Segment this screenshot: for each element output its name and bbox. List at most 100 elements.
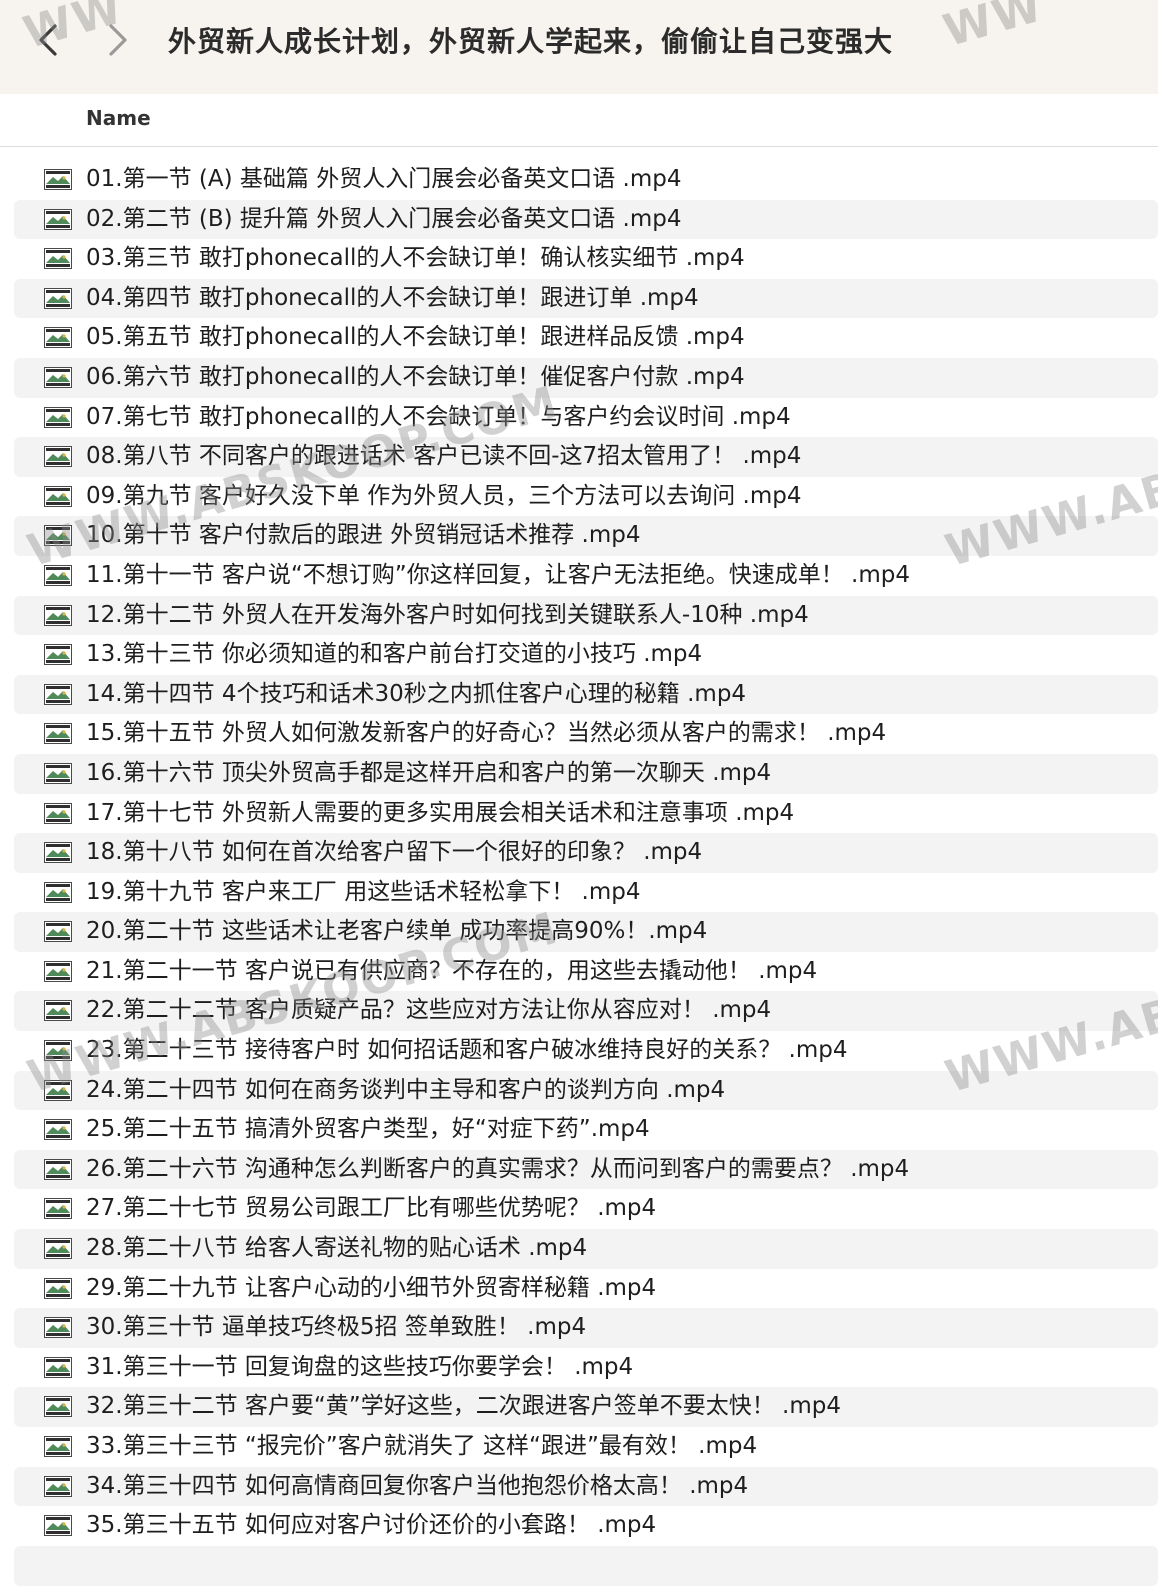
file-name: 19.第十九节 客户来工厂 用这些话术轻松拿下！ .mp4 bbox=[86, 878, 641, 905]
file-name: 18.第十八节 如何在首次给客户留下一个很好的印象？ .mp4 bbox=[86, 839, 703, 866]
video-file-icon bbox=[44, 723, 72, 745]
file-row[interactable]: 27.第二十七节 贸易公司跟工厂比有哪些优势呢？ .mp4 bbox=[14, 1189, 1158, 1229]
file-name: 29.第二十九节 让客户心动的小细节外贸寄样秘籍 .mp4 bbox=[86, 1274, 657, 1301]
file-name: 20.第二十节 这些话术让老客户续单 成功率提高90%！.mp4 bbox=[86, 918, 708, 945]
file-row[interactable]: 32.第三十二节 客户要“黄”学好这些，二次跟进客户签单不要太快！ .mp4 bbox=[14, 1387, 1158, 1427]
file-row[interactable]: 20.第二十节 这些话术让老客户续单 成功率提高90%！.mp4 bbox=[14, 912, 1158, 952]
column-header-name[interactable]: Name bbox=[86, 106, 151, 130]
file-name: 06.第六节 敢打phonecall的人不会缺订单！催促客户付款 .mp4 bbox=[86, 363, 745, 390]
file-row[interactable]: 12.第十二节 外贸人在开发海外客户时如何找到关键联系人-10种 .mp4 bbox=[14, 595, 1158, 636]
file-row[interactable]: 24.第二十四节 如何在商务谈判中主导和客户的谈判方向 .mp4 bbox=[14, 1070, 1158, 1111]
file-row[interactable]: 03.第三节 敢打phonecall的人不会缺订单！确认核实细节 .mp4 bbox=[14, 239, 1158, 279]
video-file-icon bbox=[44, 1079, 72, 1101]
file-name: 08.第八节 不同客户的跟进话术 客户已读不回-这7招太管用了！ .mp4 bbox=[86, 443, 802, 470]
chevron-left-icon bbox=[39, 24, 57, 56]
column-header: Name bbox=[0, 94, 1158, 147]
video-file-icon bbox=[44, 1277, 72, 1299]
file-name: 09.第九节 客户好久没下单 作为外贸人员，三个方法可以去询问 .mp4 bbox=[86, 482, 802, 509]
file-name: 32.第三十二节 客户要“黄”学好这些，二次跟进客户签单不要太快！ .mp4 bbox=[86, 1393, 841, 1420]
file-row[interactable]: 08.第八节 不同客户的跟进话术 客户已读不回-这7招太管用了！ .mp4 bbox=[14, 437, 1158, 477]
file-row[interactable]: 06.第六节 敢打phonecall的人不会缺订单！催促客户付款 .mp4 bbox=[14, 357, 1158, 398]
video-file-icon bbox=[44, 762, 72, 784]
file-name: 31.第三十一节 回复询盘的这些技巧你要学会！ .mp4 bbox=[86, 1353, 634, 1380]
file-name: 02.第二节 (B) 提升篇 外贸人入门展会必备英文口语 .mp4 bbox=[86, 205, 682, 232]
file-row[interactable]: 33.第三十三节 “报完价”客户就消失了 这样“跟进”最有效！ .mp4 bbox=[14, 1427, 1158, 1467]
file-name: 10.第十节 客户付款后的跟进 外贸销冠话术推荐 .mp4 bbox=[86, 522, 641, 549]
file-name: 13.第十三节 你必须知道的和客户前台打交道的小技巧 .mp4 bbox=[86, 641, 703, 668]
video-file-icon bbox=[44, 327, 72, 349]
video-file-icon bbox=[44, 960, 72, 982]
video-file-icon bbox=[44, 287, 72, 309]
file-row[interactable]: 30.第三十节 逼单技巧终极5招 签单致胜！ .mp4 bbox=[14, 1308, 1158, 1348]
file-name: 22.第二十二节 客户质疑产品？这些应对方法让你从容应对！ .mp4 bbox=[86, 997, 772, 1024]
video-file-icon bbox=[44, 842, 72, 864]
video-file-icon bbox=[44, 208, 72, 230]
file-row[interactable]: 22.第二十二节 客户质疑产品？这些应对方法让你从容应对！ .mp4 bbox=[14, 991, 1158, 1032]
file-name: 07.第七节 敢打phonecall的人不会缺订单！与客户约会议时间 .mp4 bbox=[86, 403, 791, 430]
video-file-icon bbox=[44, 644, 72, 666]
file-row[interactable]: 07.第七节 敢打phonecall的人不会缺订单！与客户约会议时间 .mp4 bbox=[14, 398, 1158, 438]
video-file-icon bbox=[44, 1158, 72, 1180]
file-row[interactable]: 02.第二节 (B) 提升篇 外贸人入门展会必备英文口语 .mp4 bbox=[14, 199, 1158, 240]
file-name: 25.第二十五节 搞清外贸客户类型，好“对症下药”.mp4 bbox=[86, 1116, 650, 1143]
file-name: 30.第三十节 逼单技巧终极5招 签单致胜！ .mp4 bbox=[86, 1314, 587, 1341]
video-file-icon bbox=[44, 485, 72, 507]
file-row[interactable]: 09.第九节 客户好久没下单 作为外贸人员，三个方法可以去询问 .mp4 bbox=[14, 477, 1158, 517]
video-file-icon bbox=[44, 683, 72, 705]
file-row[interactable]: 13.第十三节 你必须知道的和客户前台打交道的小技巧 .mp4 bbox=[14, 635, 1158, 675]
file-row[interactable]: 31.第三十一节 回复询盘的这些技巧你要学会！ .mp4 bbox=[14, 1348, 1158, 1388]
file-row[interactable]: 25.第二十五节 搞清外贸客户类型，好“对症下药”.mp4 bbox=[14, 1110, 1158, 1150]
file-row[interactable]: 10.第十节 客户付款后的跟进 外贸销冠话术推荐 .mp4 bbox=[14, 516, 1158, 556]
file-row[interactable]: 16.第十六节 顶尖外贸高手都是这样开启和客户的第一次聊天 .mp4 bbox=[14, 753, 1158, 794]
window-title: 外贸新人成长计划，外贸新人学起来，偷偷让自己变强大 bbox=[168, 25, 894, 58]
file-row[interactable]: 28.第二十八节 给客人寄送礼物的贴心话术 .mp4 bbox=[14, 1229, 1158, 1269]
file-name: 24.第二十四节 如何在商务谈判中主导和客户的谈判方向 .mp4 bbox=[86, 1076, 726, 1103]
file-row[interactable]: 17.第十七节 外贸新人需要的更多实用展会相关话术和注意事项 .mp4 bbox=[14, 794, 1158, 834]
video-file-icon bbox=[44, 1475, 72, 1497]
file-name: 14.第十四节 4个技巧和话术30秒之内抓住客户心理的秘籍 .mp4 bbox=[86, 680, 747, 707]
file-row[interactable]: 23.第二十三节 接待客户时 如何招话题和客户破冰维持良好的关系？ .mp4 bbox=[14, 1031, 1158, 1071]
file-row[interactable]: 21.第二十一节 客户说已有供应商？不存在的，用这些去撬动他！ .mp4 bbox=[14, 952, 1158, 992]
file-row[interactable]: 34.第三十四节 如何高情商回复你客户当他抱怨价格太高！ .mp4 bbox=[14, 1466, 1158, 1507]
file-name: 35.第三十五节 如何应对客户讨价还价的小套路！ .mp4 bbox=[86, 1512, 657, 1539]
file-name: 04.第四节 敢打phonecall的人不会缺订单！跟进订单 .mp4 bbox=[86, 284, 699, 311]
video-file-icon bbox=[44, 1198, 72, 1220]
toolbar: 外贸新人成长计划，外贸新人学起来，偷偷让自己变强大 bbox=[0, 0, 1158, 95]
video-file-icon bbox=[44, 446, 72, 468]
video-file-icon bbox=[44, 366, 72, 388]
file-row[interactable]: 14.第十四节 4个技巧和话术30秒之内抓住客户心理的秘籍 .mp4 bbox=[14, 674, 1158, 715]
back-button[interactable] bbox=[30, 22, 66, 58]
file-row[interactable]: 19.第十九节 客户来工厂 用这些话术轻松拿下！ .mp4 bbox=[14, 873, 1158, 913]
video-file-icon bbox=[44, 525, 72, 547]
video-file-icon bbox=[44, 564, 72, 586]
file-row[interactable]: 29.第二十九节 让客户心动的小细节外贸寄样秘籍 .mp4 bbox=[14, 1269, 1158, 1309]
file-row[interactable]: 15.第十五节 外贸人如何激发新客户的好奇心？当然必须从客户的需求！ .mp4 bbox=[14, 714, 1158, 754]
file-row[interactable]: 01.第一节 (A) 基础篇 外贸人入门展会必备英文口语 .mp4 bbox=[14, 160, 1158, 200]
video-file-icon bbox=[44, 1356, 72, 1378]
file-row[interactable]: 11.第十一节 客户说“不想订购”你这样回复，让客户无法拒绝。快速成单！ .mp… bbox=[14, 556, 1158, 596]
video-file-icon bbox=[44, 248, 72, 270]
file-row[interactable]: 35.第三十五节 如何应对客户讨价还价的小套路！ .mp4 bbox=[14, 1506, 1158, 1546]
empty-list-row bbox=[14, 1546, 1158, 1586]
video-file-icon bbox=[44, 1238, 72, 1260]
file-name: 01.第一节 (A) 基础篇 外贸人入门展会必备英文口语 .mp4 bbox=[86, 166, 682, 192]
file-row[interactable]: 05.第五节 敢打phonecall的人不会缺订单！跟进样品反馈 .mp4 bbox=[14, 318, 1158, 358]
video-file-icon bbox=[44, 1317, 72, 1339]
video-file-icon bbox=[44, 1040, 72, 1062]
file-name: 17.第十七节 外贸新人需要的更多实用展会相关话术和注意事项 .mp4 bbox=[86, 799, 795, 826]
video-file-icon bbox=[44, 1436, 72, 1457]
file-name: 03.第三节 敢打phonecall的人不会缺订单！确认核实细节 .mp4 bbox=[86, 245, 745, 272]
file-row[interactable]: 18.第十八节 如何在首次给客户留下一个很好的印象？ .mp4 bbox=[14, 833, 1158, 873]
file-name: 27.第二十七节 贸易公司跟工厂比有哪些优势呢？ .mp4 bbox=[86, 1195, 657, 1222]
file-row[interactable]: 26.第二十六节 沟通种怎么判断客户的真实需求？从而问到客户的需要点？ .mp4 bbox=[14, 1149, 1158, 1190]
file-name: 15.第十五节 外贸人如何激发新客户的好奇心？当然必须从客户的需求！ .mp4 bbox=[86, 720, 887, 747]
video-file-icon bbox=[44, 169, 72, 190]
video-file-icon bbox=[44, 881, 72, 903]
file-name: 16.第十六节 顶尖外贸高手都是这样开启和客户的第一次聊天 .mp4 bbox=[86, 759, 772, 786]
file-name: 34.第三十四节 如何高情商回复你客户当他抱怨价格太高！ .mp4 bbox=[86, 1472, 749, 1499]
forward-button[interactable] bbox=[100, 22, 136, 58]
file-name: 23.第二十三节 接待客户时 如何招话题和客户破冰维持良好的关系？ .mp4 bbox=[86, 1037, 848, 1064]
file-name: 33.第三十三节 “报完价”客户就消失了 这样“跟进”最有效！ .mp4 bbox=[86, 1433, 758, 1459]
file-row[interactable]: 04.第四节 敢打phonecall的人不会缺订单！跟进订单 .mp4 bbox=[14, 278, 1158, 319]
chevron-right-icon bbox=[109, 24, 127, 56]
